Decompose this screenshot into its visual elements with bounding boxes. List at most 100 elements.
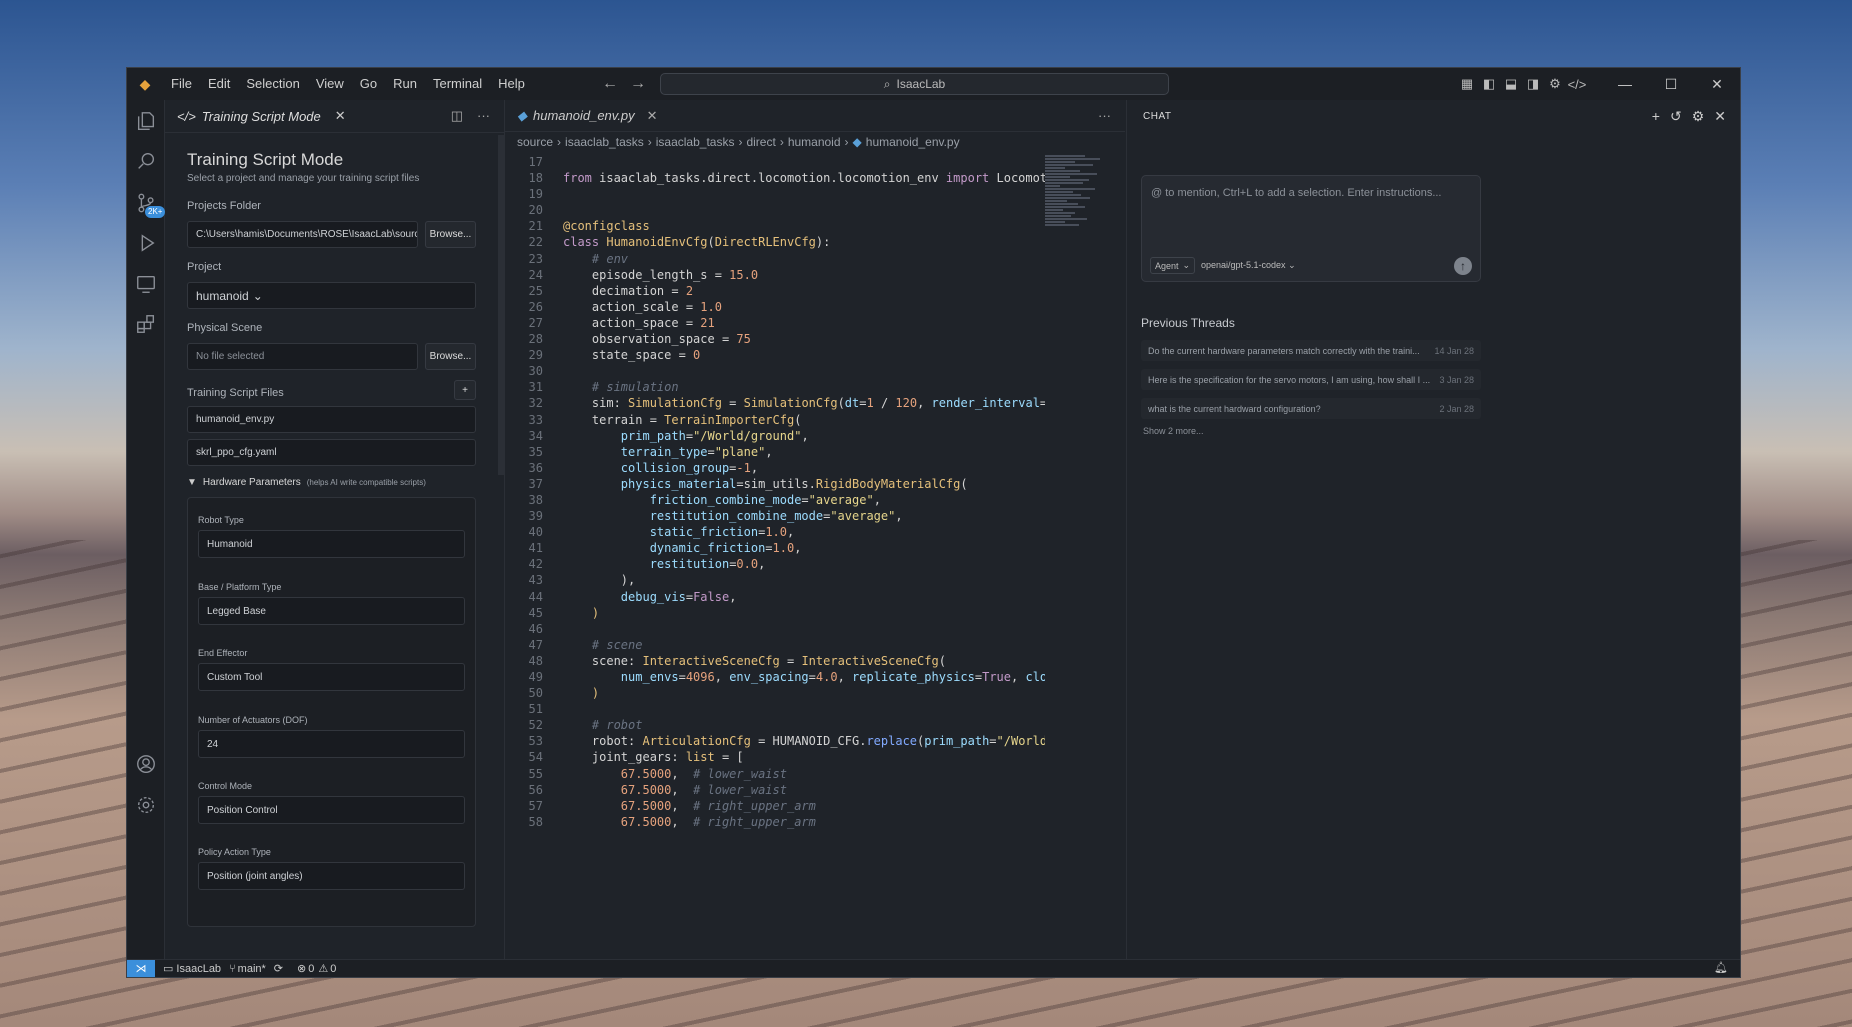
close-window-icon[interactable]: ✕ bbox=[1694, 76, 1740, 93]
settings-gear-icon[interactable]: ⚙ bbox=[1544, 76, 1566, 92]
notifications-bell-icon[interactable]: 🔔︎ bbox=[1714, 961, 1728, 974]
send-arrow-icon[interactable]: ↑ bbox=[1454, 257, 1472, 275]
thread-item[interactable]: Do the current hardware parameters match… bbox=[1141, 340, 1481, 361]
minimize-icon[interactable]: — bbox=[1602, 76, 1648, 93]
panel-scrollbar[interactable] bbox=[498, 135, 504, 475]
tab-humanoid-env[interactable]: ◆ humanoid_env.py ✕ bbox=[505, 100, 1125, 132]
source-control-icon[interactable]: 2K+ bbox=[127, 184, 166, 222]
python-file-icon: ◆ bbox=[517, 107, 527, 123]
split-editor-icon[interactable]: ◫ bbox=[451, 108, 463, 124]
menu-help[interactable]: Help bbox=[490, 68, 533, 100]
actuators-field[interactable]: 24 bbox=[198, 730, 465, 758]
search-icon[interactable] bbox=[127, 142, 165, 180]
explorer-icon[interactable] bbox=[127, 102, 165, 140]
thread-item[interactable]: Here is the specification for the servo … bbox=[1141, 369, 1481, 390]
menu-terminal[interactable]: Terminal bbox=[425, 68, 490, 100]
remote-explorer-icon[interactable] bbox=[127, 265, 165, 303]
menu-selection[interactable]: Selection bbox=[238, 68, 307, 100]
breadcrumb-separator: › bbox=[557, 135, 562, 149]
tab-label: Training Script Mode bbox=[201, 108, 321, 124]
minimap[interactable] bbox=[1045, 154, 1115, 324]
hardware-parameters-section: Robot Type Humanoid Base / Platform Type… bbox=[187, 497, 476, 927]
chat-input-box[interactable]: @ to mention, Ctrl+L to add a selection.… bbox=[1141, 175, 1481, 282]
breadcrumb-separator: › bbox=[844, 135, 849, 149]
sync-icon[interactable]: ⟳ bbox=[274, 962, 283, 975]
show-more-link[interactable]: Show 2 more... bbox=[1143, 426, 1204, 436]
chat-input-placeholder: @ to mention, Ctrl+L to add a selection.… bbox=[1151, 187, 1442, 199]
history-icon[interactable]: ↺ bbox=[1670, 108, 1682, 125]
code-icon[interactable]: </> bbox=[1566, 77, 1588, 92]
thread-item[interactable]: what is the current hardward configurati… bbox=[1141, 398, 1481, 419]
file-item[interactable]: skrl_ppo_cfg.yaml bbox=[187, 439, 476, 466]
breadcrumb-item[interactable]: isaaclab_tasks bbox=[565, 135, 644, 149]
toggle-secondary-sidebar-icon[interactable]: ◨ bbox=[1522, 76, 1544, 92]
actuators-label: Number of Actuators (DOF) bbox=[198, 715, 308, 725]
thread-date: 3 Jan 28 bbox=[1439, 374, 1474, 385]
control-mode-label: Control Mode bbox=[198, 781, 253, 791]
breadcrumb-separator: › bbox=[779, 135, 784, 149]
run-debug-icon[interactable] bbox=[127, 224, 165, 262]
robot-type-field[interactable]: Humanoid bbox=[198, 530, 465, 558]
agent-mode-select[interactable]: Agent ⌄ bbox=[1150, 257, 1196, 274]
browse-scene-button[interactable]: Browse... bbox=[425, 343, 476, 370]
activity-bar: 2K+ bbox=[127, 100, 166, 959]
physical-scene-field[interactable]: No file selected bbox=[187, 343, 418, 370]
training-files-label: Training Script Files bbox=[187, 387, 284, 399]
python-file-icon: ◆ bbox=[852, 135, 862, 149]
extensions-icon[interactable] bbox=[127, 305, 165, 343]
back-arrow-icon[interactable]: ← bbox=[602, 75, 618, 93]
warning-count[interactable]: 0 bbox=[330, 963, 336, 975]
status-project[interactable]: IsaacLab bbox=[176, 963, 221, 975]
status-bar: ⋊ ▭ IsaacLab ⑂ main* ⟳ ⊗ 0 ⚠ 0 🔔︎ bbox=[127, 959, 1740, 977]
toggle-panel-icon[interactable]: ⬓ bbox=[1500, 76, 1522, 92]
code-icon: </> bbox=[177, 108, 196, 124]
command-center-search[interactable]: ⌕ IsaacLab bbox=[660, 73, 1169, 95]
breadcrumb-item[interactable]: humanoid_env.py bbox=[866, 135, 960, 149]
menu-view[interactable]: View bbox=[308, 68, 352, 100]
code-area[interactable]: 17 18 from isaaclab_tasks.direct.locomoti… bbox=[505, 154, 1045, 959]
settings-gear-icon[interactable]: ⚙ bbox=[1692, 108, 1705, 125]
breadcrumb-item[interactable]: humanoid bbox=[788, 135, 841, 149]
add-file-button[interactable]: + bbox=[454, 380, 476, 400]
title-bar: ◆ File Edit Selection View Go Run Termin… bbox=[127, 68, 1740, 100]
model-select[interactable]: openai/gpt-5.1-codex ⌄ bbox=[1201, 260, 1296, 271]
maximize-icon[interactable]: ☐ bbox=[1648, 76, 1694, 93]
close-tab-icon[interactable]: ✕ bbox=[647, 108, 658, 124]
hardware-parameters-header[interactable]: ▼ Hardware Parameters (helps AI write co… bbox=[187, 477, 426, 488]
close-tab-icon[interactable]: ✕ bbox=[335, 108, 346, 124]
close-icon[interactable]: ✕ bbox=[1714, 108, 1726, 125]
projects-folder-field[interactable]: C:\Users\hamis\Documents\ROSE\IsaacLab\s… bbox=[187, 221, 418, 248]
more-actions-icon[interactable]: ··· bbox=[1098, 108, 1111, 123]
chevron-down-icon: ▼ bbox=[187, 477, 197, 488]
forward-arrow-icon[interactable]: → bbox=[630, 75, 646, 93]
end-effector-label: End Effector bbox=[198, 648, 248, 658]
menu-go[interactable]: Go bbox=[352, 68, 385, 100]
toggle-sidebar-icon[interactable]: ◧ bbox=[1478, 76, 1500, 92]
policy-action-label: Policy Action Type bbox=[198, 847, 271, 857]
file-item[interactable]: humanoid_env.py bbox=[187, 406, 476, 433]
manage-gear-icon[interactable] bbox=[127, 786, 165, 824]
status-branch[interactable]: main* bbox=[238, 963, 266, 975]
breadcrumb-item[interactable]: direct bbox=[746, 135, 775, 149]
thread-text: Do the current hardware parameters match… bbox=[1148, 345, 1420, 356]
editor-window: ◆ File Edit Selection View Go Run Termin… bbox=[126, 67, 1741, 978]
account-icon[interactable] bbox=[127, 745, 165, 783]
base-type-label: Base / Platform Type bbox=[198, 582, 282, 592]
chat-panel: CHAT + ↺ ⚙ ✕ @ to mention, Ctrl+L to add… bbox=[1126, 100, 1740, 959]
new-chat-icon[interactable]: + bbox=[1652, 108, 1660, 125]
more-actions-icon[interactable]: ··· bbox=[477, 108, 490, 124]
breadcrumb-item[interactable]: source bbox=[517, 135, 553, 149]
error-count[interactable]: 0 bbox=[308, 963, 314, 975]
menu-file[interactable]: File bbox=[163, 68, 200, 100]
breadcrumb-item[interactable]: isaaclab_tasks bbox=[656, 135, 735, 149]
menu-edit[interactable]: Edit bbox=[200, 68, 238, 100]
browse-folder-button[interactable]: Browse... bbox=[425, 221, 476, 248]
base-type-field[interactable]: Legged Base bbox=[198, 597, 465, 625]
layout-icon[interactable]: ▦ bbox=[1456, 76, 1478, 92]
control-mode-field[interactable]: Position Control bbox=[198, 796, 465, 824]
remote-indicator-icon[interactable]: ⋊ bbox=[127, 959, 155, 977]
end-effector-field[interactable]: Custom Tool bbox=[198, 663, 465, 691]
policy-action-field[interactable]: Position (joint angles) bbox=[198, 862, 465, 890]
project-select[interactable]: humanoid ⌄ bbox=[187, 282, 476, 309]
menu-run[interactable]: Run bbox=[385, 68, 425, 100]
